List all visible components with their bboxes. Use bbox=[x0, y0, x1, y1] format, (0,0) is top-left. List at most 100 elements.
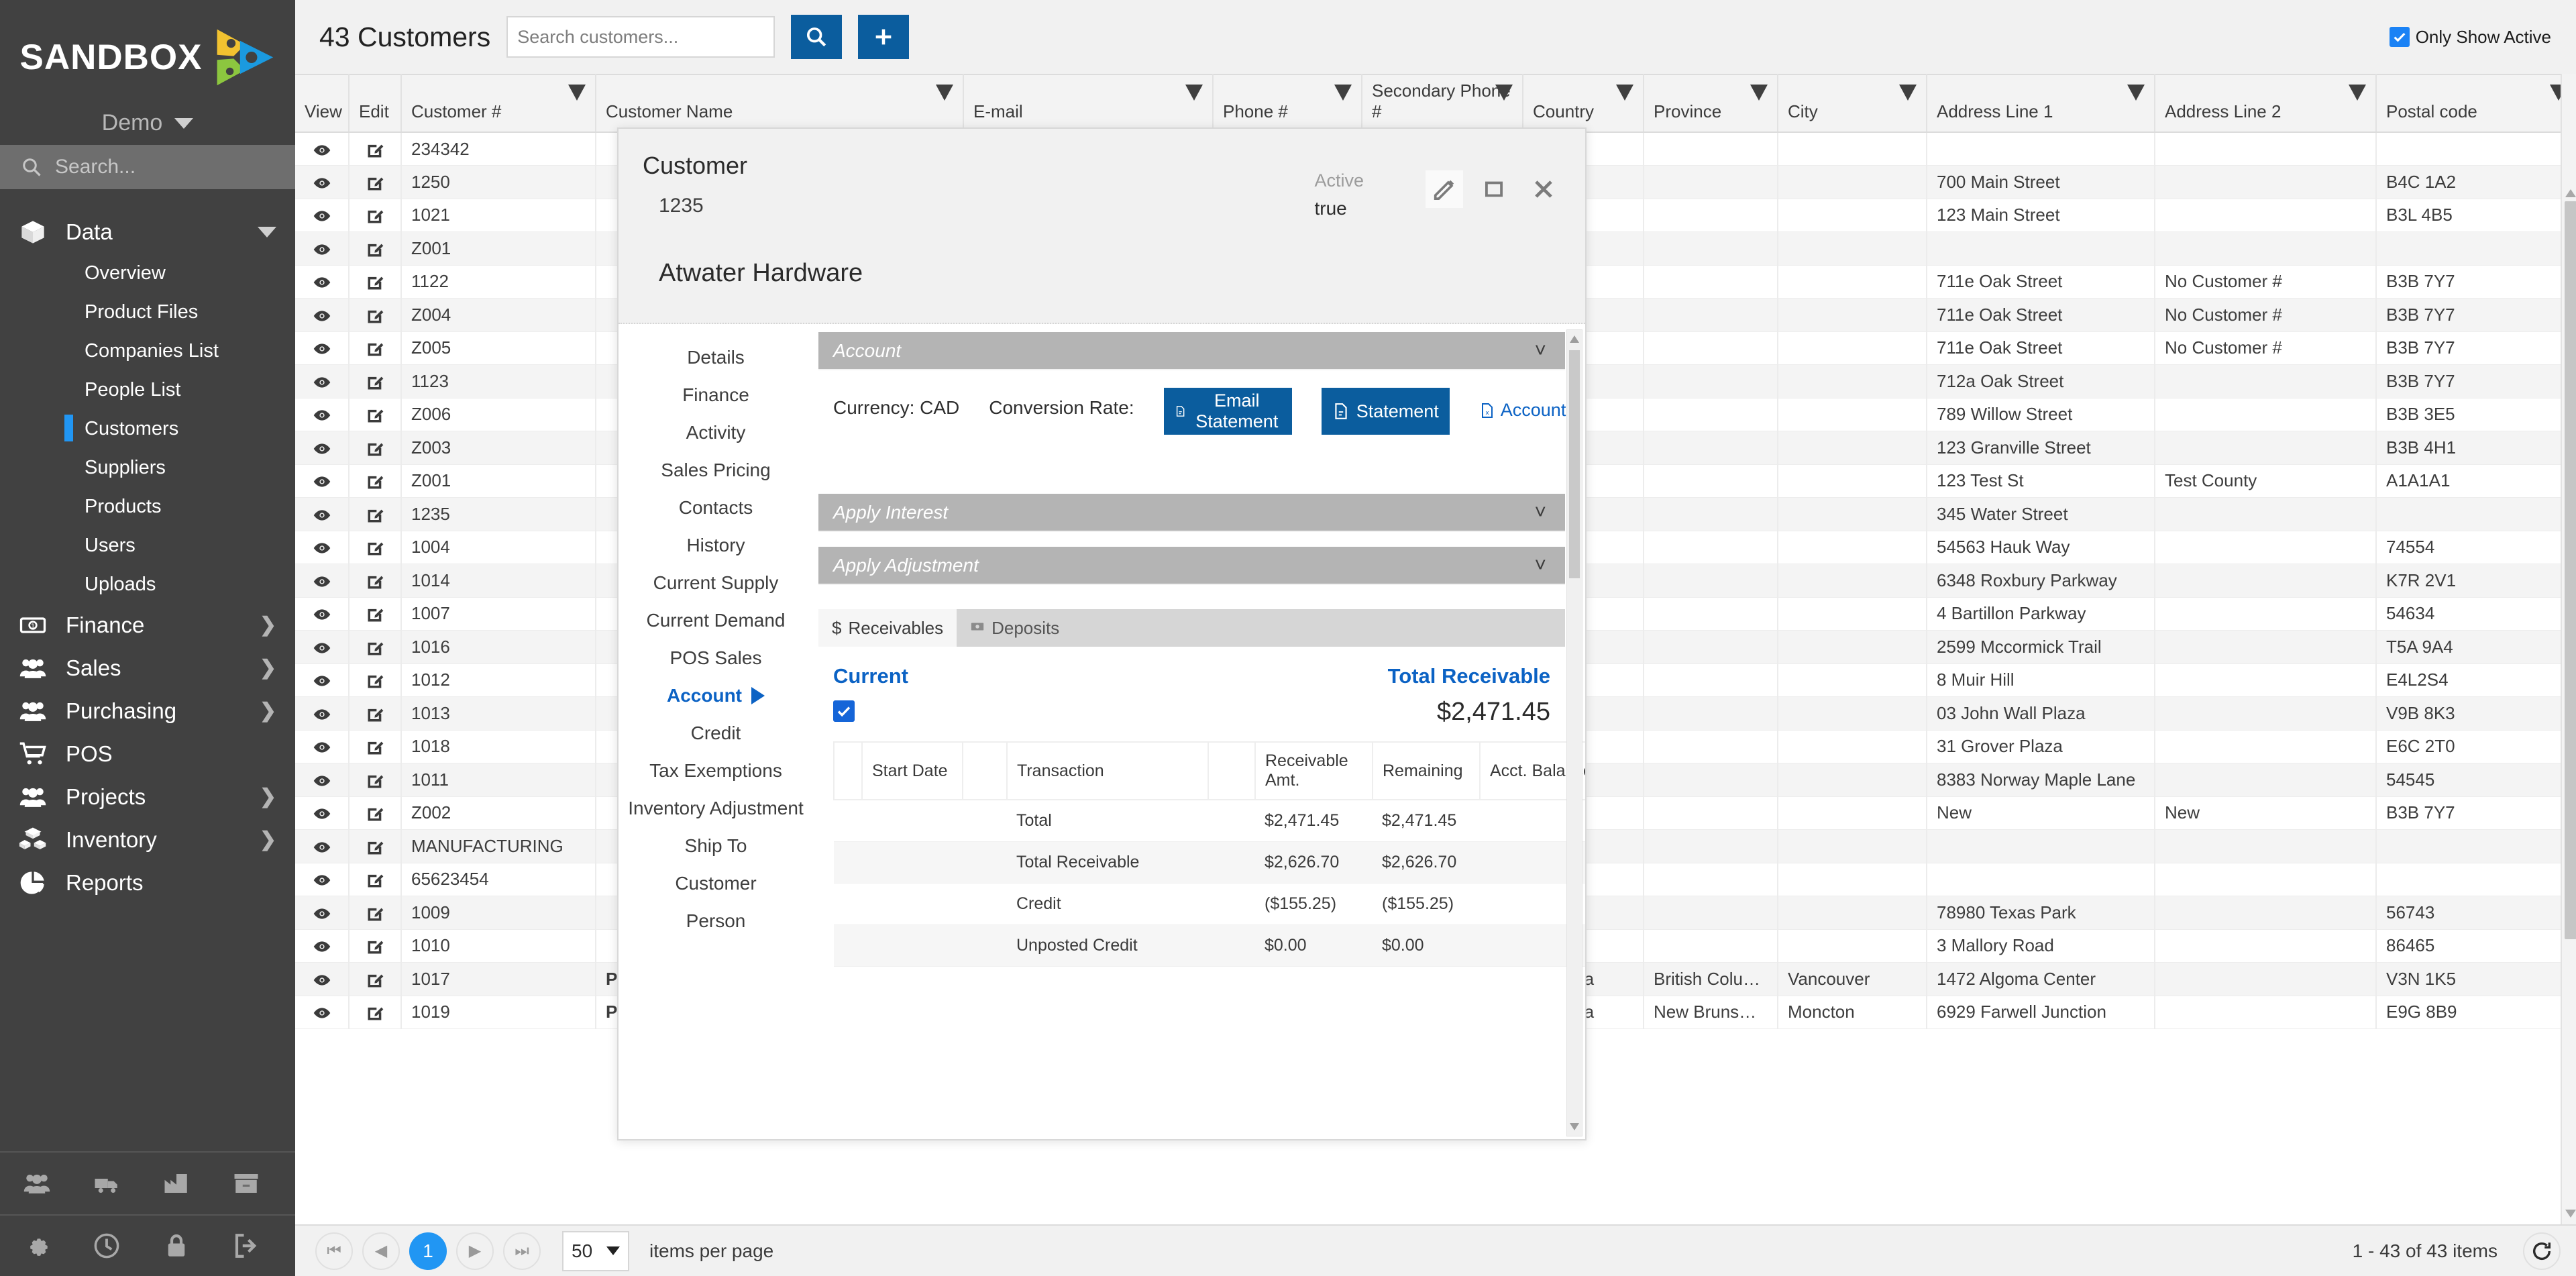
sidebar-search[interactable]: Search... bbox=[0, 145, 295, 189]
column-header-customer-name[interactable]: Customer Name bbox=[596, 74, 964, 133]
current-page-button[interactable]: 1 bbox=[409, 1232, 447, 1270]
prev-page-button[interactable]: ◀ bbox=[362, 1232, 400, 1270]
modal-nav-customer[interactable]: Customer bbox=[619, 865, 813, 902]
modal-nav-inventory-adjustment[interactable]: Inventory Adjustment bbox=[619, 790, 813, 827]
sidebar-item-product-files[interactable]: Product Files bbox=[0, 293, 295, 331]
sidebar-group-finance[interactable]: 1 Finance ❯ bbox=[0, 604, 295, 647]
view-row-button[interactable] bbox=[295, 597, 350, 631]
edit-button[interactable] bbox=[1426, 170, 1463, 208]
sidebar-item-companies-list[interactable]: Companies List bbox=[0, 331, 295, 370]
edit-row-button[interactable] bbox=[349, 265, 402, 299]
view-row-button[interactable] bbox=[295, 730, 350, 763]
sidebar-item-suppliers[interactable]: Suppliers bbox=[0, 448, 295, 487]
modal-nav-account[interactable]: Account bbox=[619, 677, 813, 714]
modal-vertical-scrollbar[interactable] bbox=[1566, 329, 1582, 1136]
view-row-button[interactable] bbox=[295, 231, 350, 266]
close-button[interactable] bbox=[1525, 170, 1562, 208]
modal-nav-activity[interactable]: Activity bbox=[619, 414, 813, 451]
edit-row-button[interactable] bbox=[349, 829, 402, 863]
factory-icon[interactable] bbox=[161, 1168, 192, 1199]
edit-row-button[interactable] bbox=[349, 497, 402, 531]
page-size-select[interactable]: 50 bbox=[562, 1230, 629, 1271]
last-page-button[interactable]: ⏭ bbox=[503, 1232, 541, 1270]
view-row-button[interactable] bbox=[295, 829, 350, 863]
truck-icon[interactable] bbox=[91, 1168, 122, 1199]
lock-icon[interactable] bbox=[161, 1230, 192, 1261]
refresh-button[interactable] bbox=[2523, 1232, 2561, 1270]
modal-nav-sales-pricing[interactable]: Sales Pricing bbox=[619, 451, 813, 489]
view-row-button[interactable] bbox=[295, 431, 350, 465]
column-header-view[interactable]: View bbox=[295, 74, 350, 133]
edit-row-button[interactable] bbox=[349, 730, 402, 763]
edit-row-button[interactable] bbox=[349, 564, 402, 598]
sidebar-item-products[interactable]: Products bbox=[0, 487, 295, 526]
modal-nav-current-demand[interactable]: Current Demand bbox=[619, 602, 813, 639]
sidebar-item-people-list[interactable]: People List bbox=[0, 370, 295, 409]
filter-icon[interactable] bbox=[2127, 85, 2145, 101]
view-row-button[interactable] bbox=[295, 331, 350, 365]
column-header-postal-code[interactable]: Postal code bbox=[2376, 74, 2576, 133]
search-button[interactable] bbox=[791, 15, 843, 59]
receivables-row[interactable]: Unposted Credit $0.00 $0.00 bbox=[834, 924, 1585, 967]
column-header-e-mail[interactable]: E-mail bbox=[963, 74, 1214, 133]
view-row-button[interactable] bbox=[295, 497, 350, 531]
sidebar-group-reports[interactable]: Reports bbox=[0, 861, 295, 904]
view-row-button[interactable] bbox=[295, 364, 350, 398]
edit-row-button[interactable] bbox=[349, 132, 402, 166]
next-page-button[interactable]: ▶ bbox=[456, 1232, 494, 1270]
filter-icon[interactable] bbox=[1899, 85, 1917, 101]
edit-row-button[interactable] bbox=[349, 663, 402, 697]
sidebar-item-users[interactable]: Users bbox=[0, 526, 295, 565]
filter-icon[interactable] bbox=[1334, 85, 1352, 101]
edit-row-button[interactable] bbox=[349, 696, 402, 731]
edit-row-button[interactable] bbox=[349, 431, 402, 465]
edit-row-button[interactable] bbox=[349, 763, 402, 797]
people-icon[interactable] bbox=[21, 1168, 52, 1199]
column-header-edit[interactable]: Edit bbox=[349, 74, 402, 133]
filter-icon[interactable] bbox=[1616, 85, 1633, 101]
edit-row-button[interactable] bbox=[349, 863, 402, 896]
sidebar-group-projects[interactable]: Projects ❯ bbox=[0, 776, 295, 818]
only-show-active-checkbox[interactable] bbox=[2389, 27, 2410, 47]
edit-row-button[interactable] bbox=[349, 331, 402, 365]
brand-logo[interactable]: SANDBOX bbox=[0, 0, 295, 111]
edit-row-button[interactable] bbox=[349, 796, 402, 830]
view-row-button[interactable] bbox=[295, 464, 350, 498]
clock-icon[interactable] bbox=[91, 1230, 122, 1261]
add-customer-button[interactable] bbox=[858, 15, 910, 59]
edit-row-button[interactable] bbox=[349, 929, 402, 963]
modal-nav-contacts[interactable]: Contacts bbox=[619, 489, 813, 527]
view-row-button[interactable] bbox=[295, 763, 350, 797]
edit-row-button[interactable] bbox=[349, 364, 402, 398]
edit-row-button[interactable] bbox=[349, 896, 402, 930]
view-row-button[interactable] bbox=[295, 996, 350, 1029]
edit-row-button[interactable] bbox=[349, 531, 402, 564]
logout-icon[interactable] bbox=[231, 1230, 262, 1261]
view-row-button[interactable] bbox=[295, 298, 350, 332]
scroll-down-icon[interactable] bbox=[2565, 1210, 2576, 1218]
column-header-customer[interactable]: Customer # bbox=[401, 74, 596, 133]
edit-row-button[interactable] bbox=[349, 231, 402, 266]
modal-nav-person[interactable]: Person bbox=[619, 902, 813, 940]
modal-nav-tax-exemptions[interactable]: Tax Exemptions bbox=[619, 752, 813, 790]
view-row-button[interactable] bbox=[295, 398, 350, 431]
column-header-secondary-phone[interactable]: Secondary Phone # bbox=[1362, 74, 1523, 133]
apply-interest-header[interactable]: Apply Interest ˅ bbox=[818, 494, 1565, 532]
column-header-address-line-2[interactable]: Address Line 2 bbox=[2155, 74, 2377, 133]
scroll-up-icon[interactable] bbox=[1570, 335, 1579, 343]
search-input[interactable] bbox=[506, 16, 775, 58]
edit-row-button[interactable] bbox=[349, 996, 402, 1029]
modal-nav-ship-to[interactable]: Ship To bbox=[619, 827, 813, 865]
sidebar-group-data[interactable]: Data bbox=[0, 211, 295, 254]
tenant-selector[interactable]: Demo bbox=[0, 101, 295, 145]
email-statement-button[interactable]: Email Statement bbox=[1163, 388, 1292, 435]
filter-icon[interactable] bbox=[2349, 85, 2366, 101]
account-excel-link[interactable]: x Account bbox=[1479, 388, 1566, 421]
edit-row-button[interactable] bbox=[349, 630, 402, 664]
sidebar-item-overview[interactable]: Overview bbox=[0, 254, 295, 293]
view-row-button[interactable] bbox=[295, 165, 350, 199]
edit-row-button[interactable] bbox=[349, 962, 402, 996]
edit-row-button[interactable] bbox=[349, 398, 402, 431]
column-header-province[interactable]: Province bbox=[1644, 74, 1778, 133]
gear-icon[interactable] bbox=[21, 1230, 52, 1261]
